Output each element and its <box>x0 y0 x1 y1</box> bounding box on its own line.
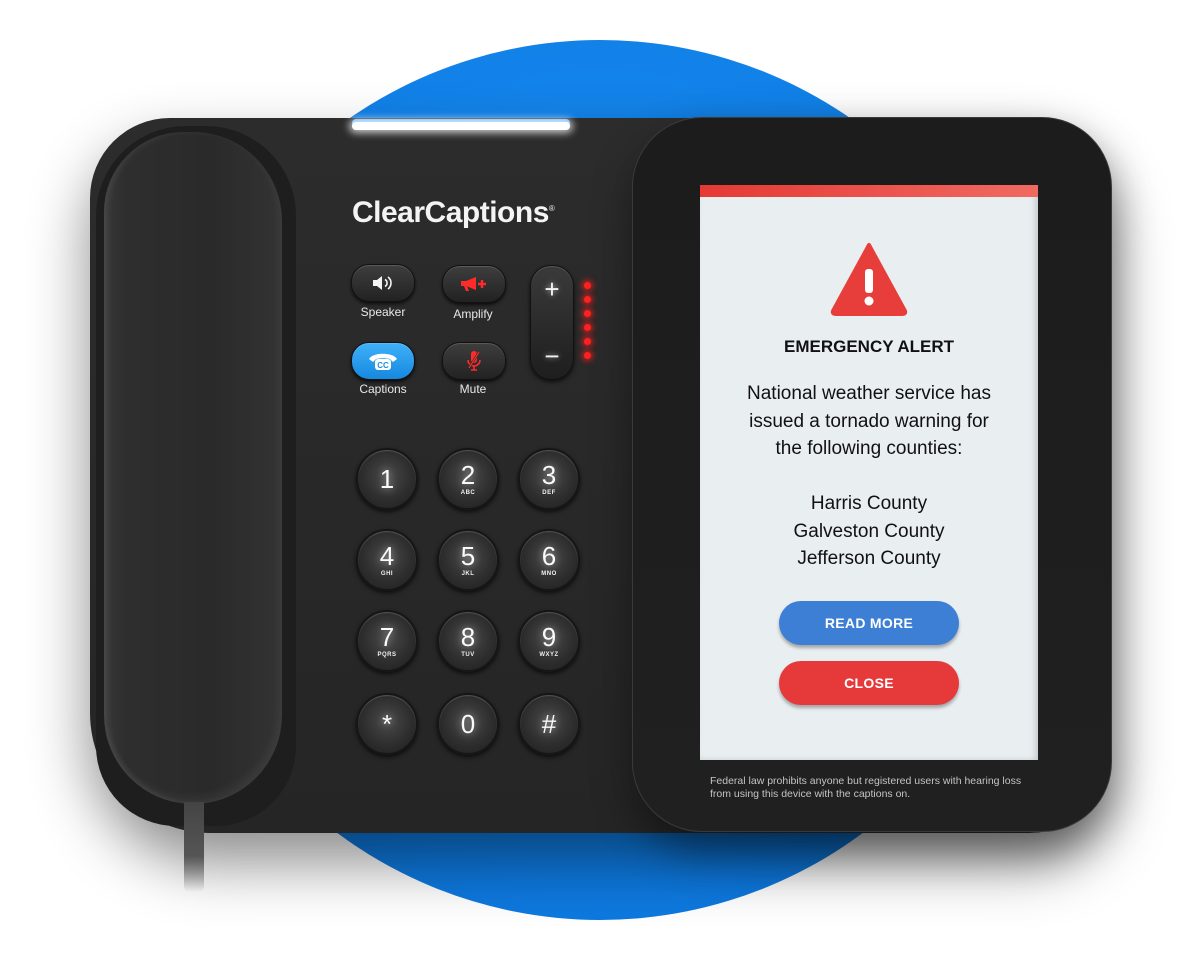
svg-text:CC: CC <box>377 361 389 370</box>
key-digit: 8 <box>460 621 476 652</box>
mic-off-icon <box>467 351 481 371</box>
key-digit: 5 <box>460 540 476 571</box>
key-digit: 2 <box>460 459 476 490</box>
key-digit: 1 <box>379 464 395 494</box>
key-digit: 0 <box>460 709 476 739</box>
volume-led <box>584 324 591 331</box>
key-digit: 6 <box>541 540 557 571</box>
county-item: Harris County <box>810 493 928 514</box>
close-button[interactable]: CLOSE <box>779 661 959 705</box>
legal-notice: Federal law prohibits anyone but registe… <box>710 775 1022 800</box>
mute-label: Mute <box>459 382 487 396</box>
county-list: Harris County Galveston County Jefferson… <box>700 490 1038 573</box>
brand-logo: ClearCaptions® <box>352 196 555 230</box>
key-digit: 4 <box>379 540 395 571</box>
key-9[interactable]: 9 WXYZ <box>518 610 580 672</box>
captions-label: Captions <box>359 382 407 396</box>
key-pound[interactable]: # <box>518 693 580 755</box>
volume-led <box>584 310 591 317</box>
key-letters: GHI <box>380 570 394 577</box>
ring-indicator-light <box>352 122 570 130</box>
alert-header-bar <box>700 185 1038 197</box>
volume-led <box>584 296 591 303</box>
speaker-button[interactable] <box>351 264 415 302</box>
key-letters: TUV <box>461 651 475 658</box>
key-2[interactable]: 2 ABC <box>437 448 499 510</box>
key-0[interactable]: 0 <box>437 693 499 755</box>
key-letters: ABC <box>460 489 476 496</box>
key-1[interactable]: 1 <box>356 448 418 510</box>
key-letters: DEF <box>542 489 556 496</box>
mute-button[interactable] <box>442 342 506 380</box>
key-digit: 7 <box>379 621 395 652</box>
key-3[interactable]: 3 DEF <box>518 448 580 510</box>
key-7[interactable]: 7 PQRS <box>356 610 418 672</box>
captions-button[interactable]: CC <box>351 342 415 380</box>
key-letters: MNO <box>541 570 557 577</box>
key-4[interactable]: 4 GHI <box>356 529 418 591</box>
handset[interactable] <box>104 132 282 804</box>
read-more-button[interactable]: READ MORE <box>779 601 959 645</box>
key-8[interactable]: 8 TUV <box>437 610 499 672</box>
key-digit: # <box>541 709 557 739</box>
volume-led <box>584 338 591 345</box>
speaker-label: Speaker <box>360 305 406 319</box>
key-digit: * <box>381 709 393 739</box>
megaphone-plus-icon <box>461 277 486 291</box>
warning-icon <box>830 243 908 316</box>
handset-cord <box>184 802 204 892</box>
alert-title: EMERGENCY ALERT <box>783 337 955 356</box>
alert-message: National weather service has issued a to… <box>700 380 1038 463</box>
key-5[interactable]: 5 JKL <box>437 529 499 591</box>
volume-down-button[interactable]: − <box>531 343 573 369</box>
cc-phone-icon: CC <box>369 353 397 370</box>
key-star[interactable]: * <box>356 693 418 755</box>
alert-message-line: issued a tornado warning for <box>749 410 989 432</box>
alert-message-line: National weather service has <box>747 383 991 404</box>
display-screen: EMERGENCY ALERT National weather service… <box>700 185 1038 760</box>
key-digit: 3 <box>541 459 557 490</box>
amplify-label: Amplify <box>453 307 493 321</box>
volume-rocker[interactable]: + − <box>530 265 574 380</box>
volume-up-button[interactable]: + <box>531 276 573 302</box>
key-letters: WXYZ <box>539 651 559 658</box>
speaker-icon <box>373 276 392 290</box>
volume-led <box>584 282 591 289</box>
alert-message-line: the following counties: <box>775 438 963 459</box>
county-item: Galveston County <box>793 520 945 542</box>
key-digit: 9 <box>541 621 557 652</box>
amplify-button[interactable] <box>442 265 506 303</box>
key-letters: PQRS <box>377 651 397 658</box>
volume-level-indicator <box>584 282 592 359</box>
brand-name: ClearCaptions <box>352 196 549 229</box>
county-item: Jefferson County <box>797 548 941 569</box>
key-6[interactable]: 6 MNO <box>518 529 580 591</box>
brand-mark: ® <box>548 204 555 213</box>
key-letters: JKL <box>461 570 475 577</box>
volume-led <box>584 352 591 359</box>
